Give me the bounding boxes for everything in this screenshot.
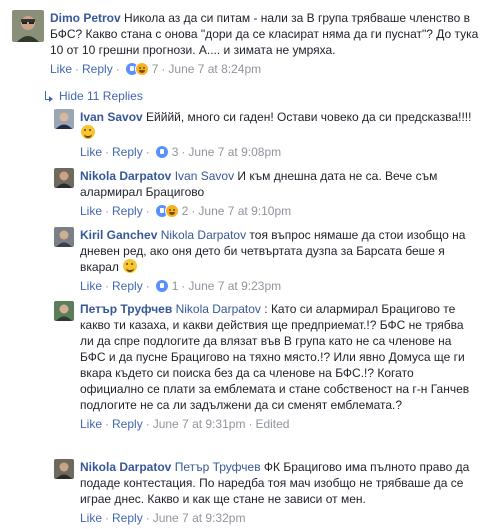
like-link[interactable]: Like — [80, 144, 102, 160]
reply-arrow-icon — [44, 91, 54, 102]
reply-nikola-darpatov-2: Nikola Darpatov Петър Труфчев ФК Брациго… — [54, 459, 474, 526]
reactions-summary[interactable] — [154, 145, 169, 159]
reactions-summary[interactable] — [154, 279, 169, 293]
reply-mention[interactable]: Nikola Darpatov — [176, 302, 261, 316]
reaction-count[interactable]: 7 — [152, 61, 159, 77]
reply-actions: Like · Reply · 1 · June 7 at 9:23pm — [80, 278, 282, 294]
reply-nikola-darpatov-1: Nikola Darpatov Ivan Savov И към днешна … — [54, 168, 474, 219]
smile-emoji-icon — [81, 125, 95, 139]
avatar[interactable] — [54, 109, 74, 129]
reply-timestamp[interactable]: June 7 at 9:10pm — [198, 203, 291, 219]
reply-author[interactable]: Kiril Ganchev — [80, 228, 157, 242]
reply-body: Ivan Savov Ейййй, много си гаден! Остави… — [80, 109, 474, 141]
reply-link[interactable]: Reply — [112, 416, 143, 432]
reply-mention[interactable]: Петър Труфчев — [175, 460, 261, 474]
reply-petar-trufchev: Петър Труфчев Nikola Darpatov : Като си … — [54, 301, 474, 432]
reaction-count[interactable]: 2 — [182, 203, 189, 219]
haha-reaction-icon — [164, 204, 179, 218]
reply-link[interactable]: Reply — [112, 144, 143, 160]
reply-timestamp[interactable]: June 7 at 9:23pm — [188, 278, 281, 294]
reply-actions: Like · Reply · 2 · June 7 at 9:10pm — [80, 203, 292, 219]
edited-label[interactable]: Edited — [255, 416, 289, 432]
comment-timestamp[interactable]: June 7 at 8:24pm — [168, 61, 261, 77]
smile-emoji-icon — [123, 259, 138, 273]
reply-author[interactable]: Петър Труфчев — [80, 302, 172, 316]
hide-replies-label[interactable]: Hide 11 Replies — [59, 88, 143, 104]
avatar[interactable] — [54, 301, 74, 321]
like-link[interactable]: Like — [80, 278, 102, 294]
reply-body: Nikola Darpatov Ivan Savov И към днешна … — [80, 168, 474, 200]
hide-replies-toggle[interactable]: Hide 11 Replies — [44, 88, 143, 104]
reply-link[interactable]: Reply — [112, 278, 143, 294]
comment-body: Dimo Petrov Никола аз да си питам - нали… — [50, 10, 482, 58]
reply-body: Nikola Darpatov Петър Труфчев ФК Брациго… — [80, 459, 474, 507]
reply-author[interactable]: Nikola Darpatov — [80, 169, 171, 183]
reaction-count[interactable]: 1 — [172, 278, 179, 294]
like-reaction-icon — [154, 279, 169, 293]
avatar[interactable] — [12, 10, 44, 42]
reply-text: Ейййй, много си гаден! Остави човеко да … — [146, 110, 472, 124]
haha-reaction-icon — [134, 62, 149, 76]
reply-link[interactable]: Reply — [112, 203, 143, 219]
avatar[interactable] — [54, 168, 74, 188]
reply-author[interactable]: Ivan Savov — [80, 110, 143, 124]
like-link[interactable]: Like — [80, 510, 102, 526]
avatar[interactable] — [54, 227, 74, 247]
like-link[interactable]: Like — [80, 416, 102, 432]
reply-actions: Like · Reply · June 7 at 9:32pm — [80, 510, 246, 526]
comment-author[interactable]: Dimo Petrov — [50, 11, 121, 25]
reactions-summary[interactable] — [124, 62, 149, 76]
reply-mention[interactable]: Ivan Savov — [175, 169, 234, 183]
reply-link[interactable]: Reply — [112, 510, 143, 526]
reply-link[interactable]: Reply — [82, 61, 113, 77]
reply-author[interactable]: Nikola Darpatov — [80, 460, 171, 474]
reply-body: Kiril Ganchev Nikola Darpatov тоя въпрос… — [80, 227, 474, 275]
comment-actions: Like · Reply · 7 · June 7 at 8:24pm — [50, 61, 262, 77]
reaction-count[interactable]: 3 — [172, 144, 179, 160]
reply-timestamp[interactable]: June 7 at 9:32pm — [153, 510, 246, 526]
reply-actions: Like · Reply · 3 · June 7 at 9:08pm — [80, 144, 282, 160]
reply-timestamp[interactable]: June 7 at 9:31pm — [153, 416, 246, 432]
reply-actions: Like · Reply · June 7 at 9:31pm · Edited — [80, 416, 290, 432]
reply-timestamp[interactable]: June 7 at 9:08pm — [188, 144, 281, 160]
reactions-summary[interactable] — [154, 204, 179, 218]
like-link[interactable]: Like — [80, 203, 102, 219]
like-reaction-icon — [154, 145, 169, 159]
reply-body: Петър Труфчев Nikola Darpatov : Като си … — [80, 301, 474, 413]
like-link[interactable]: Like — [50, 61, 72, 77]
reply-kiril-ganchev: Kiril Ganchev Nikola Darpatov тоя въпрос… — [54, 227, 474, 294]
reply-ivan-savov: Ivan Savov Ейййй, много си гаден! Остави… — [54, 109, 474, 160]
reply-mention[interactable]: Nikola Darpatov — [161, 228, 246, 242]
avatar[interactable] — [54, 459, 74, 479]
comment-dimo-petrov: Dimo Petrov Никола аз да си питам - нали… — [12, 10, 482, 77]
reply-text: : Като си алармирал Брацигово те какво т… — [80, 302, 470, 412]
